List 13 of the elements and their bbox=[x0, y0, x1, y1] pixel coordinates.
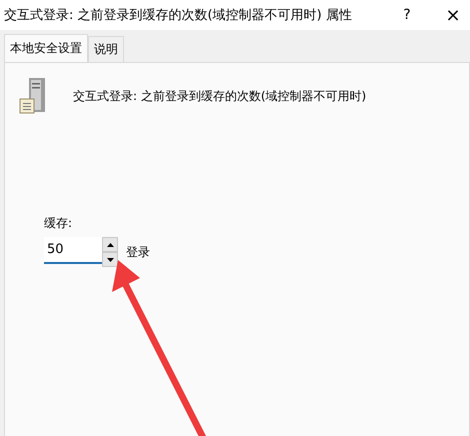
unit-label: 登录 bbox=[126, 244, 150, 260]
policy-name: 交互式登录: 之前登录到缓存的次数(域控制器不可用时) bbox=[73, 88, 366, 104]
up-arrow-icon bbox=[106, 242, 114, 246]
close-button[interactable]: × bbox=[438, 4, 468, 26]
help-button[interactable]: ? bbox=[392, 7, 422, 23]
tab[interactable]: 说明 bbox=[88, 36, 124, 62]
decrement-button[interactable] bbox=[102, 252, 118, 267]
cache-count-field[interactable]: 50 bbox=[44, 237, 102, 264]
window-title: 交互式登录: 之前登录到缓存的次数(域控制器不可用时) 属性 bbox=[4, 7, 353, 24]
tab[interactable]: 本地安全设置 bbox=[4, 34, 88, 62]
down-arrow-icon bbox=[106, 258, 114, 262]
field-label: 缓存: bbox=[44, 215, 74, 232]
increment-button[interactable] bbox=[102, 237, 118, 252]
